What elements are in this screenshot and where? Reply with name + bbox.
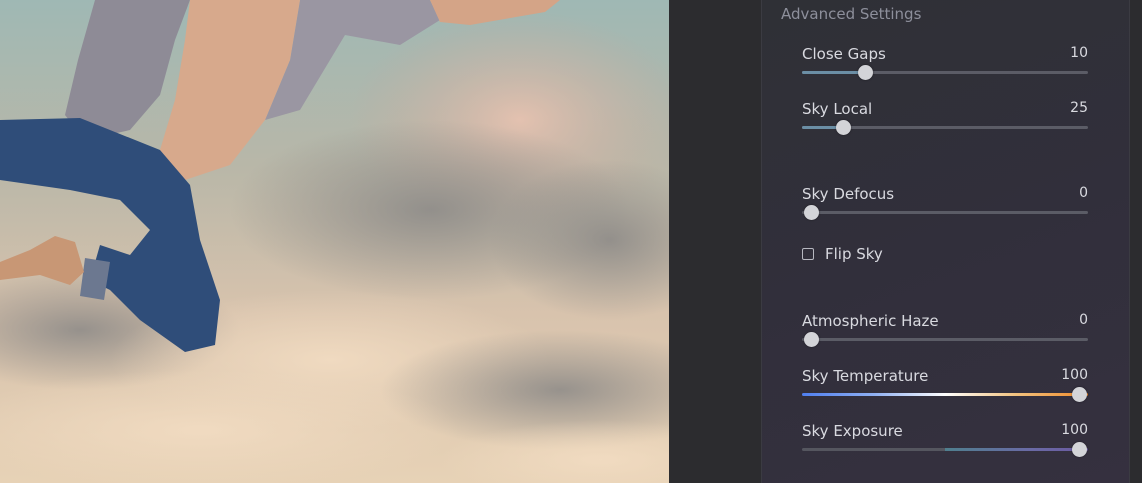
slider-thumb[interactable] (803, 205, 819, 220)
photo-canvas[interactable] (0, 0, 669, 483)
slider-thumb[interactable] (1072, 387, 1088, 402)
slider-value: 0 (1079, 312, 1088, 328)
slider-thumb[interactable] (1072, 442, 1088, 457)
close-gaps-slider[interactable] (802, 65, 1088, 80)
sky-defocus-slider[interactable] (802, 205, 1088, 220)
flip-sky-checkbox[interactable] (802, 248, 814, 260)
slider-label: Sky Defocus (802, 185, 895, 203)
slider-value: 0 (1079, 185, 1088, 201)
sky-exposure-slider[interactable] (802, 442, 1088, 457)
slider-thumb[interactable] (803, 332, 819, 347)
slider-fill (802, 71, 865, 74)
atmospheric-haze-slider[interactable] (802, 332, 1088, 347)
panel-gutter (669, 0, 761, 483)
panel-edge (1130, 0, 1142, 483)
slider-thumb[interactable] (836, 120, 852, 135)
slider-value: 10 (1070, 45, 1088, 61)
flip-sky-label: Flip Sky (825, 245, 883, 263)
slider-value: 100 (1061, 422, 1088, 438)
slider-label: Sky Temperature (802, 367, 929, 385)
slider-value: 100 (1061, 367, 1088, 383)
slider-label: Sky Exposure (802, 422, 903, 440)
sky-temperature-slider[interactable] (802, 387, 1088, 402)
slider-label: Sky Local (802, 100, 873, 118)
flip-sky-row[interactable]: Flip Sky (802, 245, 883, 263)
sky-photo-image (0, 0, 669, 483)
app-window: Advanced Settings Close Gaps 10 Sky Loca… (0, 0, 1142, 483)
slider-thumb[interactable] (857, 65, 873, 80)
slider-label: Close Gaps (802, 45, 886, 63)
section-title: Advanced Settings (781, 5, 922, 23)
slider-label: Atmospheric Haze (802, 312, 939, 330)
advanced-settings-panel: Advanced Settings Close Gaps 10 Sky Loca… (761, 0, 1130, 483)
sky-local-slider[interactable] (802, 120, 1088, 135)
slider-value: 25 (1070, 100, 1088, 116)
